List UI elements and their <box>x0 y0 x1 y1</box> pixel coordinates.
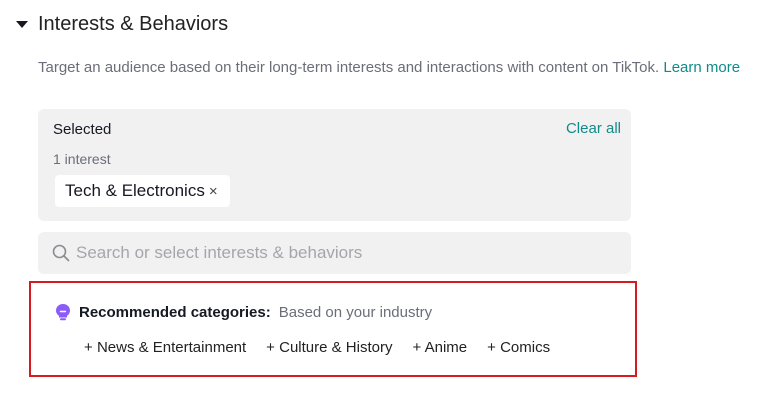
recommended-title: Recommended categories: <box>79 303 271 321</box>
interest-count: 1 interest <box>53 151 111 167</box>
recommended-header: Recommended categories: Based on your in… <box>55 303 432 321</box>
recommended-item-news-entertainment[interactable]: + News & Entertainment <box>84 339 246 356</box>
learn-more-link[interactable]: Learn more <box>663 59 740 76</box>
clear-all-button[interactable]: Clear all <box>566 120 621 137</box>
recommended-list: + News & Entertainment + Culture & Histo… <box>84 339 550 356</box>
section-description: Target an audience based on their long-t… <box>38 59 740 76</box>
plus-icon: + <box>84 339 93 356</box>
description-text: Target an audience based on their long-t… <box>38 59 660 76</box>
plus-icon: + <box>412 339 422 356</box>
selected-panel: Selected Clear all 1 interest Tech & Ele… <box>38 109 631 221</box>
recommended-item-comics[interactable]: + Comics <box>487 339 550 356</box>
recommended-subtitle: Based on your industry <box>278 303 433 321</box>
recommended-categories-panel: Recommended categories: Based on your in… <box>29 281 637 377</box>
lightbulb-icon <box>56 304 70 321</box>
search-icon <box>52 244 70 262</box>
selected-label: Selected <box>53 121 112 138</box>
plus-icon: + <box>487 339 496 356</box>
section-title: Interests & Behaviors <box>38 13 229 35</box>
recommended-item-label: News & Entertainment <box>96 339 247 356</box>
plus-icon: + <box>266 339 275 356</box>
recommended-item-culture-history[interactable]: + Culture & History <box>266 339 392 356</box>
search-input[interactable] <box>76 243 616 263</box>
section-toggle[interactable]: Interests & Behaviors <box>16 13 228 36</box>
recommended-item-label: Anime <box>424 339 468 356</box>
chip-label: Tech & Electronics <box>65 181 205 200</box>
search-bar <box>38 232 631 274</box>
recommended-item-label: Comics <box>500 339 551 356</box>
recommended-item-label: Culture & History <box>279 339 393 356</box>
chip-remove-icon[interactable]: × <box>209 184 218 199</box>
recommended-item-anime[interactable]: + Anime <box>412 339 467 356</box>
caret-down-icon <box>16 21 28 28</box>
selected-chip: Tech & Electronics × <box>55 175 230 207</box>
